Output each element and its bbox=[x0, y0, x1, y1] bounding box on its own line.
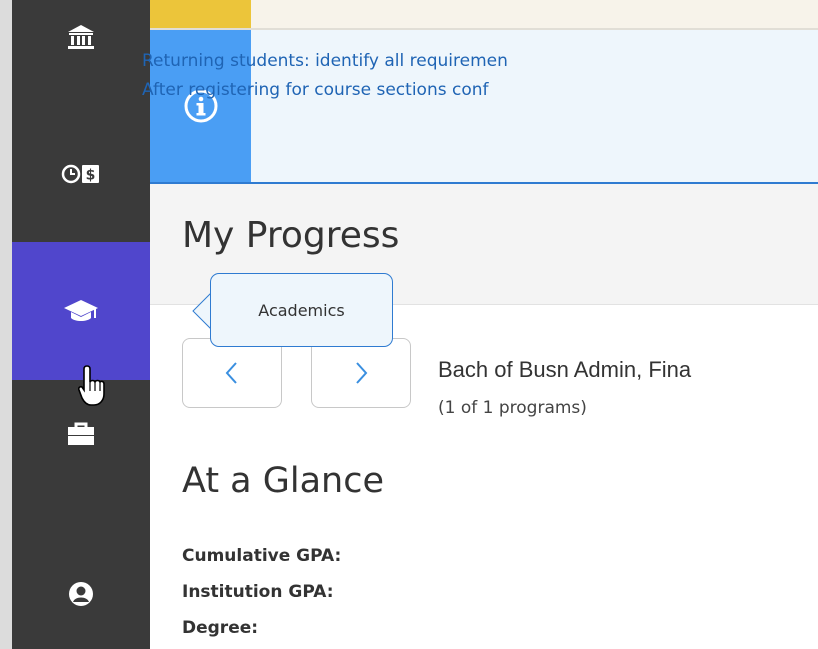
top-bar bbox=[150, 0, 818, 30]
sidebar-item-profile[interactable] bbox=[12, 570, 150, 618]
chevron-right-icon bbox=[356, 362, 368, 384]
clock-dollar-icon: $ bbox=[61, 164, 99, 184]
previous-program-button[interactable] bbox=[182, 338, 282, 408]
program-name: Bach of Busn Admin, Fina bbox=[438, 357, 692, 382]
sidebar-item-career[interactable] bbox=[12, 410, 150, 458]
svg-text:$: $ bbox=[86, 168, 96, 184]
left-gutter bbox=[0, 0, 12, 649]
program-count: (1 of 1 programs) bbox=[438, 398, 587, 418]
sidebar-item-financial[interactable]: $ bbox=[12, 150, 150, 198]
cumulative-gpa-label: Cumulative GPA: bbox=[182, 546, 342, 566]
page-title: My Progress bbox=[182, 215, 400, 256]
briefcase-icon bbox=[68, 422, 94, 445]
banner-line-2: After registering for course sections co… bbox=[142, 80, 489, 100]
sidebar-nav: $ bbox=[12, 0, 150, 649]
sidebar-item-academics[interactable] bbox=[12, 242, 150, 380]
degree-label: Degree: bbox=[182, 618, 259, 638]
user-circle-icon bbox=[69, 582, 93, 606]
institution-gpa-label: Institution GPA: bbox=[182, 582, 334, 602]
academics-tooltip: Academics bbox=[210, 273, 393, 347]
at-a-glance-heading: At a Glance bbox=[182, 461, 385, 501]
chevron-left-icon bbox=[225, 362, 237, 384]
sidebar-item-institution[interactable] bbox=[12, 8, 150, 68]
hand-cursor-icon bbox=[78, 365, 105, 406]
banner-message: Returning students: identify all require… bbox=[142, 47, 508, 105]
top-bar-accent bbox=[150, 0, 251, 28]
graduation-cap-icon bbox=[64, 300, 98, 321]
tooltip-arrow bbox=[192, 291, 212, 331]
banner-line-1: Returning students: identify all require… bbox=[142, 51, 508, 71]
next-program-button[interactable] bbox=[311, 338, 411, 408]
bank-icon bbox=[68, 25, 94, 49]
